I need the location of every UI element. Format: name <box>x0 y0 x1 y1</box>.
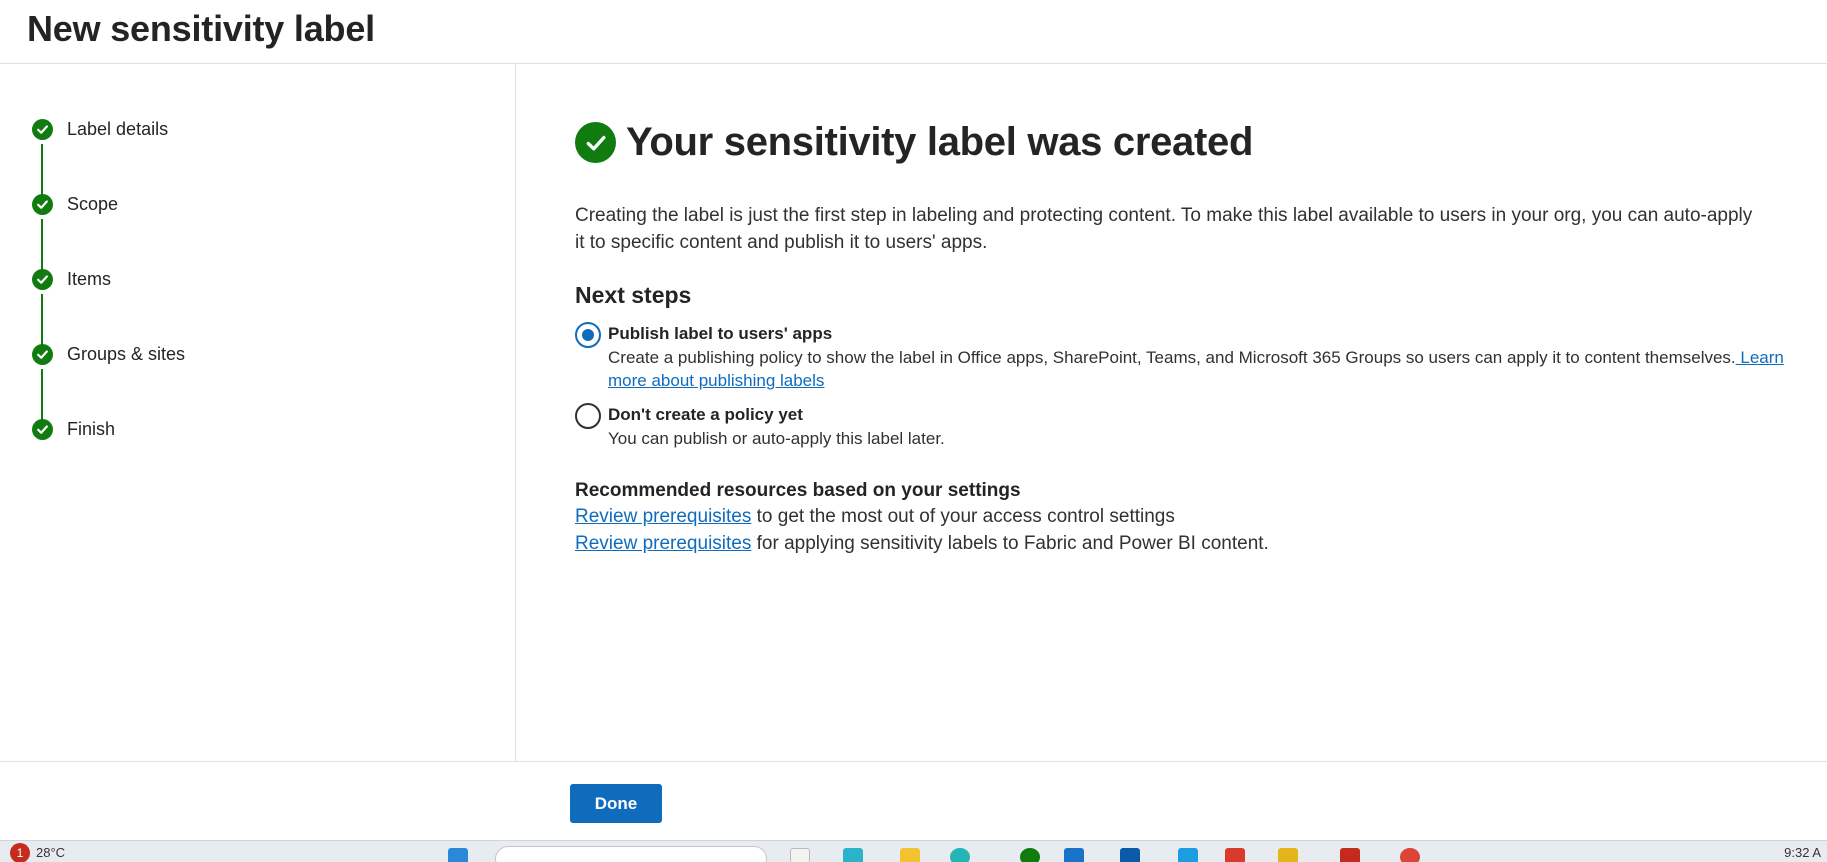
intro-line: it to specific content and publish it to… <box>575 232 988 253</box>
intro-line: Creating the label is just the first ste… <box>575 205 1753 226</box>
check-circle-icon <box>575 122 616 163</box>
main-content: Your sensitivity label was created Creat… <box>575 64 1827 761</box>
step-connector <box>41 219 43 272</box>
mail-icon[interactable] <box>1340 848 1360 862</box>
publish-label-radio[interactable] <box>575 322 601 348</box>
check-circle-icon <box>32 343 53 365</box>
resources-heading: Recommended resources based on your sett… <box>575 480 1021 501</box>
check-circle-icon <box>32 193 53 215</box>
edge-icon[interactable] <box>950 848 970 862</box>
page-header: New sensitivity label <box>0 0 1827 64</box>
step-label-details[interactable]: Label details <box>32 118 168 140</box>
step-label: Scope <box>67 193 119 214</box>
review-prerequisites-link[interactable]: Review prerequisites <box>575 506 751 527</box>
calendar-icon[interactable] <box>1064 848 1084 862</box>
step-connector <box>41 144 43 197</box>
resource-item: Review prerequisites to get the most out… <box>575 504 1175 530</box>
option-description-text: Create a publishing policy to show the l… <box>608 348 1736 367</box>
step-label: Label details <box>67 118 169 139</box>
intro-text: Creating the label is just the first ste… <box>575 202 1827 256</box>
step-label: Finish <box>67 418 116 439</box>
step-finish[interactable]: Finish <box>32 418 115 440</box>
step-groups-sites[interactable]: Groups & sites <box>32 343 185 365</box>
wizard-footer: Done <box>0 761 1827 840</box>
store-icon[interactable] <box>1178 848 1198 862</box>
note-icon[interactable] <box>1278 848 1298 862</box>
next-steps-heading: Next steps <box>575 282 692 308</box>
review-prerequisites-link[interactable]: Review prerequisites <box>575 533 751 554</box>
radio-dot <box>582 329 594 341</box>
success-title: Your sensitivity label was created <box>626 120 1254 164</box>
file-icon[interactable] <box>790 848 810 862</box>
resource-item: Review prerequisites for applying sensit… <box>575 531 1269 557</box>
copilot-icon[interactable] <box>843 848 863 862</box>
done-button[interactable]: Done <box>570 784 662 823</box>
resource-text: to get the most out of your access contr… <box>751 506 1175 527</box>
step-label: Groups & sites <box>67 343 186 364</box>
check-circle-icon <box>32 268 53 290</box>
start-icon[interactable] <box>448 848 468 862</box>
option-description: You can publish or auto-apply this label… <box>608 429 945 448</box>
taskbar: 1 28°C 9:32 A <box>0 840 1827 862</box>
learn-more-link-continued[interactable]: more about publishing labels <box>608 371 824 390</box>
check-circle-icon <box>32 418 53 440</box>
taskbar-search-input[interactable] <box>495 846 767 862</box>
notification-badge[interactable]: 1 <box>10 843 30 862</box>
step-items[interactable]: Items <box>32 268 111 290</box>
success-banner: Your sensitivity label was created <box>575 120 1253 165</box>
explorer-icon[interactable] <box>900 848 920 862</box>
option-description: Create a publishing policy to show the l… <box>608 346 1808 392</box>
chrome-icon[interactable] <box>1400 848 1420 862</box>
step-scope[interactable]: Scope <box>32 193 118 215</box>
learn-more-link[interactable]: Learn <box>1736 348 1783 367</box>
clock-time[interactable]: 9:32 A <box>1784 845 1821 860</box>
option-title: Don't create a policy yet <box>608 405 803 424</box>
outlook-icon[interactable] <box>1120 848 1140 862</box>
no-policy-radio[interactable] <box>575 403 601 429</box>
step-connector <box>41 294 43 347</box>
page-title: New sensitivity label <box>27 8 375 49</box>
step-label: Items <box>67 268 112 289</box>
weather-temperature[interactable]: 28°C <box>36 845 65 860</box>
app-check-icon[interactable] <box>1020 848 1040 862</box>
wizard-sidebar: Label details Scope Items Groups & sites… <box>0 64 516 761</box>
check-circle-icon <box>32 118 53 140</box>
step-connector <box>41 369 43 422</box>
pdf-icon[interactable] <box>1225 848 1245 862</box>
resource-text: for applying sensitivity labels to Fabri… <box>751 533 1269 554</box>
option-title: Publish label to users' apps <box>608 324 833 343</box>
